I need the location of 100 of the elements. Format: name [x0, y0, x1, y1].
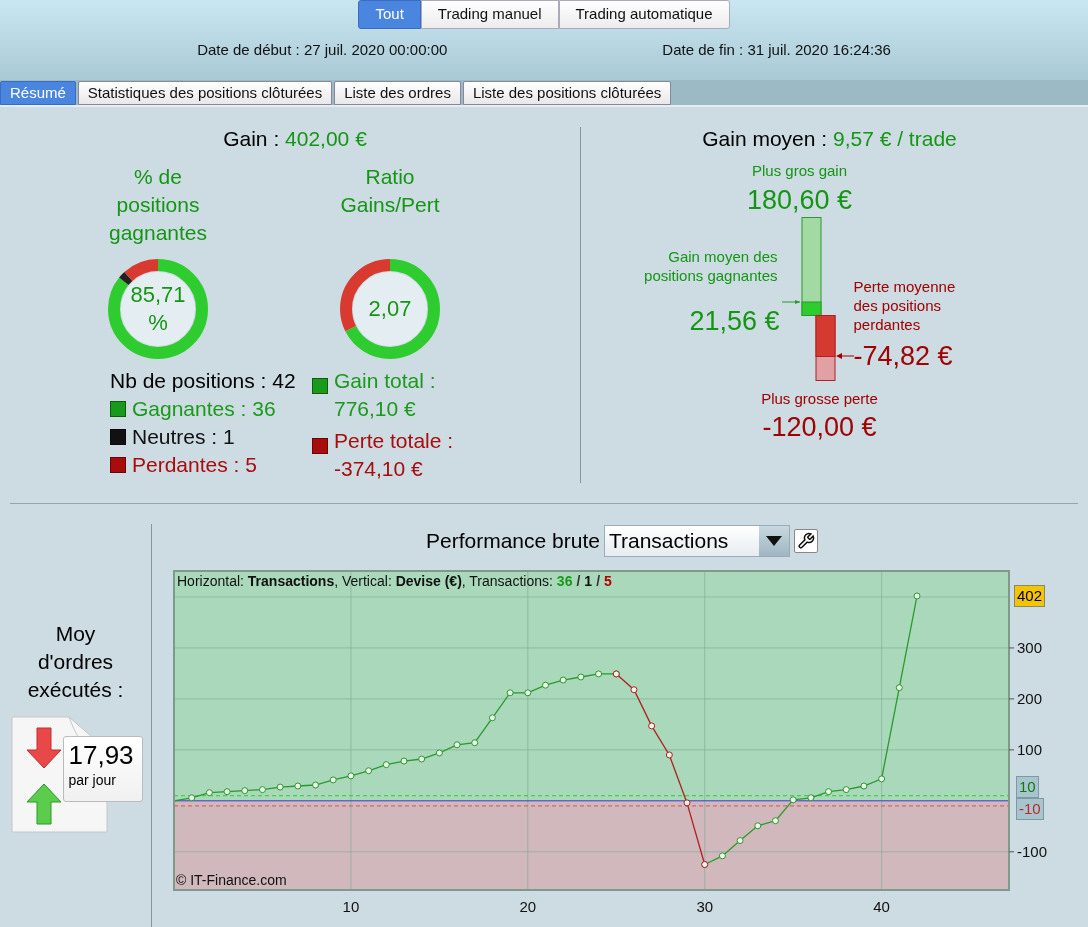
data-point: [665, 751, 673, 759]
y-tick-label: -100: [1017, 842, 1048, 860]
data-point: [542, 681, 549, 689]
data-point: [223, 788, 231, 796]
data-point: [258, 786, 266, 794]
gain-value: 402,00 €: [285, 127, 367, 150]
orders-label: Moy d'ordres exécutés :: [26, 621, 125, 703]
data-point: [205, 789, 213, 797]
data-point: [577, 673, 585, 681]
data-point: [471, 739, 479, 747]
total-amount: Perte totale : -374,10 €: [334, 427, 455, 482]
data-point: [418, 755, 426, 763]
data-point: [825, 788, 833, 796]
caret-icon: [765, 536, 782, 546]
data-point: [895, 684, 903, 692]
x-tick-label: 40: [873, 898, 890, 915]
mode-tab[interactable]: Trading automatique: [558, 0, 730, 29]
y-tick-label: 300: [1017, 638, 1043, 656]
arrow-icon: [835, 351, 854, 360]
data-point: [241, 787, 249, 795]
reference-label: 10: [1016, 775, 1039, 798]
donut-chart-icon: [338, 256, 442, 361]
section-tab[interactable]: Liste des ordres: [334, 81, 461, 105]
data-point: [736, 837, 744, 845]
orders-value: 17,93: [68, 740, 135, 770]
wrench-icon: [796, 532, 815, 550]
positions-legend-item: Neutres : 1: [132, 423, 235, 450]
average-win-value: 21,56 €: [688, 304, 780, 338]
data-point: [860, 782, 868, 790]
gain-label: Gain :: [223, 127, 280, 150]
data-point: [276, 783, 284, 791]
x-tick-label: 30: [696, 898, 714, 915]
best-gain-label: Plus gros gain: [750, 160, 849, 181]
section-tab[interactable]: Statistiques des positions clôturées: [77, 81, 333, 105]
section-tab[interactable]: Liste des positions clôturées: [462, 81, 672, 105]
transaction-count: 1: [584, 572, 593, 590]
data-point: [772, 817, 779, 825]
data-point: [294, 782, 302, 790]
data-point: [789, 796, 797, 804]
data-point: [630, 686, 638, 694]
positions-legend-item: Perdantes : 5: [132, 451, 257, 478]
data-point: [878, 775, 886, 783]
mode-tab[interactable]: Tout: [358, 0, 421, 29]
average-gain-value: 9,57 € / trade: [833, 127, 957, 150]
data-point: [807, 794, 815, 802]
positions-legend-item: Gagnantes : 36: [132, 395, 276, 422]
x-tick-label: 10: [342, 898, 360, 915]
average-gain-label: Gain moyen :: [702, 127, 828, 150]
mode-tab[interactable]: Trading manuel: [420, 0, 559, 29]
data-point: [595, 670, 603, 678]
donut-title: % de positions gagnantes: [107, 163, 209, 246]
total-amount: Gain total : 776,10 €: [334, 367, 437, 422]
data-point: [188, 794, 196, 802]
donut-value: 2,07: [367, 294, 413, 323]
best-gain-value: 180,60 €: [745, 183, 854, 217]
data-point: [453, 741, 461, 749]
transaction-count: 5: [604, 572, 612, 590]
section-tab[interactable]: Résumé: [0, 81, 76, 105]
data-point: [435, 749, 443, 757]
start-date: Date de début : 27 juil. 2020 00:00:00: [197, 40, 448, 60]
transaction-count: 36: [556, 572, 573, 590]
data-point: [329, 776, 337, 784]
transaction-count: /: [576, 572, 581, 590]
data-point: [488, 714, 496, 722]
positions-count: Nb de positions : 42: [110, 367, 296, 394]
copyright-text: © IT-Finance.com: [176, 871, 287, 890]
data-point: [648, 722, 656, 730]
y-tick-label: 200: [1017, 689, 1043, 707]
settings-button[interactable]: [793, 529, 818, 553]
last-value-label: 402: [1014, 584, 1046, 607]
data-point: [718, 852, 726, 860]
donut-chart-icon: [106, 256, 210, 361]
data-point: [365, 767, 373, 775]
data-point: [524, 689, 532, 697]
donut-value: 85,71 %: [129, 280, 187, 337]
view-select[interactable]: Transactions: [603, 525, 790, 557]
data-point: [312, 781, 319, 789]
transaction-count: /: [596, 572, 600, 590]
donut-title: Ratio Gains/Pert: [339, 163, 441, 218]
performance-title: Performance brute: [426, 528, 600, 555]
x-tick-label: 20: [519, 898, 537, 915]
orders-unit: par jour: [68, 771, 117, 790]
y-tick-label: 100: [1017, 740, 1043, 758]
data-point: [913, 592, 921, 600]
data-point: [400, 757, 408, 765]
data-point: [347, 772, 355, 780]
chart-legend: Horizontal: Transactions, Vertical: Devise (€), Transactions:: [177, 572, 553, 590]
average-win-label: Gain moyen des positions gagnantes: [643, 246, 778, 285]
data-point: [559, 676, 567, 684]
average-loss-label: Perte moyenne des positions perdantes: [853, 276, 957, 334]
average-loss-value: -74,82 €: [853, 339, 953, 373]
data-point: [382, 761, 390, 769]
data-point: [506, 689, 514, 697]
worst-loss-value: -120,00 €: [761, 410, 878, 444]
data-point: [842, 786, 850, 794]
data-point: [683, 799, 691, 807]
end-date: Date de fin : 31 juil. 2020 16:24:36: [662, 40, 891, 60]
data-point: [754, 822, 762, 830]
reference-label: -10: [1016, 797, 1044, 820]
worst-loss-label: Plus grosse perte: [760, 388, 879, 409]
